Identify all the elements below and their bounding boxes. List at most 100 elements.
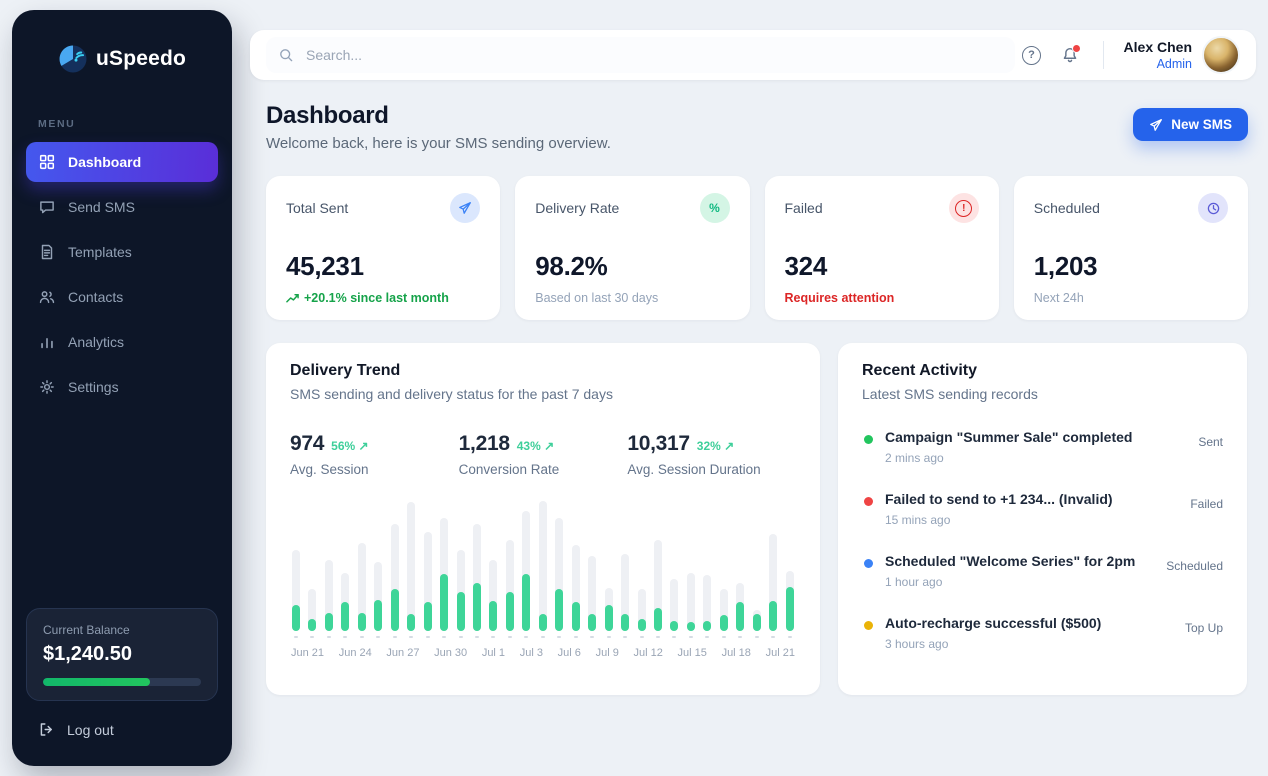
chart-bar bbox=[391, 501, 399, 631]
dashboard-icon bbox=[38, 153, 56, 171]
activity-item[interactable]: Auto-recharge successful ($500) 3 hours … bbox=[862, 602, 1223, 664]
notification-dot bbox=[1072, 44, 1081, 53]
notifications-button[interactable] bbox=[1053, 38, 1087, 72]
sidebar-item-analytics[interactable]: Analytics bbox=[26, 322, 218, 362]
stat-value: 1,203 bbox=[1034, 251, 1228, 282]
status-dot bbox=[864, 559, 873, 568]
axis-tick bbox=[638, 636, 646, 638]
bar-chart-icon bbox=[38, 333, 56, 351]
status-dot bbox=[864, 435, 873, 444]
sidebar-item-label: Dashboard bbox=[68, 154, 141, 170]
search-box[interactable] bbox=[266, 37, 1015, 73]
sidebar-item-templates[interactable]: Templates bbox=[26, 232, 218, 272]
activity-item[interactable]: Failed to send to +1 234... (Invalid) 15… bbox=[862, 478, 1223, 540]
chart-bar bbox=[769, 501, 777, 631]
chart-bar bbox=[424, 501, 432, 631]
balance-label: Current Balance bbox=[43, 623, 201, 637]
chart-bar bbox=[736, 501, 744, 631]
kpi-session-duration: 10,317 32% ↗ Avg. Session Duration bbox=[627, 432, 796, 477]
topbar: ? Alex Chen Admin bbox=[250, 30, 1256, 80]
user-name: Alex Chen bbox=[1124, 39, 1192, 55]
arrow-up-right-icon: ↗ bbox=[724, 439, 734, 453]
help-button[interactable]: ? bbox=[1015, 38, 1049, 72]
chart-bar bbox=[687, 501, 695, 631]
activity-item-status: Scheduled bbox=[1166, 553, 1223, 573]
x-axis-label: Jul 21 bbox=[766, 647, 795, 659]
chart-bar bbox=[440, 501, 448, 631]
activity-item[interactable]: Campaign "Summer Sale" completed 2 mins … bbox=[862, 416, 1223, 478]
activity-item-title: Auto-recharge successful ($500) bbox=[885, 615, 1101, 631]
x-axis-label: Jun 30 bbox=[434, 647, 467, 659]
logout-icon bbox=[38, 721, 55, 738]
axis-tick bbox=[325, 636, 333, 638]
chart-bar bbox=[325, 501, 333, 631]
axis-tick bbox=[473, 636, 481, 638]
new-sms-button[interactable]: New SMS bbox=[1133, 108, 1248, 141]
activity-item-title: Failed to send to +1 234... (Invalid) bbox=[885, 491, 1113, 507]
axis-tick bbox=[605, 636, 613, 638]
sidebar-item-dashboard[interactable]: Dashboard bbox=[26, 142, 218, 182]
balance-card: Current Balance $1,240.50 bbox=[26, 608, 218, 701]
axis-tick bbox=[308, 636, 316, 638]
chart-bar bbox=[358, 501, 366, 631]
chart-bar bbox=[473, 501, 481, 631]
axis-tick bbox=[539, 636, 547, 638]
stat-sub: Requires attention bbox=[785, 291, 979, 305]
chart-bar bbox=[506, 501, 514, 631]
activity-item-status: Top Up bbox=[1185, 615, 1223, 635]
sidebar-item-settings[interactable]: Settings bbox=[26, 367, 218, 407]
stat-value: 324 bbox=[785, 251, 979, 282]
chart-bar bbox=[621, 501, 629, 631]
axis-tick bbox=[654, 636, 662, 638]
chart-bar bbox=[292, 501, 300, 631]
axis-tick bbox=[489, 636, 497, 638]
x-axis-label: Jul 1 bbox=[482, 647, 505, 659]
stat-card-delivery-rate: Delivery Rate % 98.2% Based on last 30 d… bbox=[515, 176, 749, 320]
chart-bar bbox=[720, 501, 728, 631]
axis-tick bbox=[358, 636, 366, 638]
status-dot bbox=[864, 497, 873, 506]
percent-icon: % bbox=[700, 193, 730, 223]
sidebar-item-contacts[interactable]: Contacts bbox=[26, 277, 218, 317]
user-role: Admin bbox=[1124, 57, 1192, 71]
axis-tick bbox=[736, 636, 744, 638]
page-title: Dashboard bbox=[266, 102, 611, 130]
stat-title: Total Sent bbox=[286, 200, 348, 216]
x-axis-label: Jul 15 bbox=[678, 647, 707, 659]
logout-button[interactable]: Log out bbox=[38, 721, 218, 738]
help-icon: ? bbox=[1022, 46, 1041, 65]
axis-tick bbox=[588, 636, 596, 638]
activity-item[interactable]: Scheduled "Welcome Series" for 2pm 1 hou… bbox=[862, 540, 1223, 602]
search-icon bbox=[278, 47, 294, 63]
chart-bar bbox=[588, 501, 596, 631]
avatar[interactable] bbox=[1202, 36, 1240, 74]
uspeedo-logo-icon bbox=[58, 44, 88, 74]
axis-tick bbox=[457, 636, 465, 638]
status-dot bbox=[864, 621, 873, 630]
kpi-avg-session: 974 56% ↗ Avg. Session bbox=[290, 432, 459, 477]
axis-tick bbox=[670, 636, 678, 638]
chart-bar bbox=[753, 501, 761, 631]
x-axis-label: Jul 3 bbox=[520, 647, 543, 659]
recent-activity-panel: Recent Activity Latest SMS sending recor… bbox=[838, 343, 1247, 695]
activity-item-title: Campaign "Summer Sale" completed bbox=[885, 429, 1132, 445]
trend-up-icon bbox=[286, 293, 299, 304]
activity-item-status: Failed bbox=[1190, 491, 1223, 511]
logo-text: uSpeedo bbox=[96, 47, 186, 71]
chart-bar bbox=[522, 501, 530, 631]
activity-item-time: 2 mins ago bbox=[885, 451, 1132, 465]
chart-bar bbox=[786, 501, 794, 631]
user-menu[interactable]: Alex Chen Admin bbox=[1124, 36, 1240, 74]
chart-bar bbox=[489, 501, 497, 631]
sidebar-item-send-sms[interactable]: Send SMS bbox=[26, 187, 218, 227]
axis-tick bbox=[522, 636, 530, 638]
search-input[interactable] bbox=[304, 46, 708, 64]
balance-progress-fill bbox=[43, 678, 150, 686]
stat-title: Scheduled bbox=[1034, 200, 1100, 216]
x-axis-label: Jul 18 bbox=[722, 647, 751, 659]
stat-sub: Based on last 30 days bbox=[535, 291, 729, 305]
topbar-divider bbox=[1103, 41, 1104, 69]
sidebar-item-label: Settings bbox=[68, 379, 119, 395]
alert-icon: ! bbox=[949, 193, 979, 223]
x-axis-label: Jun 27 bbox=[386, 647, 419, 659]
